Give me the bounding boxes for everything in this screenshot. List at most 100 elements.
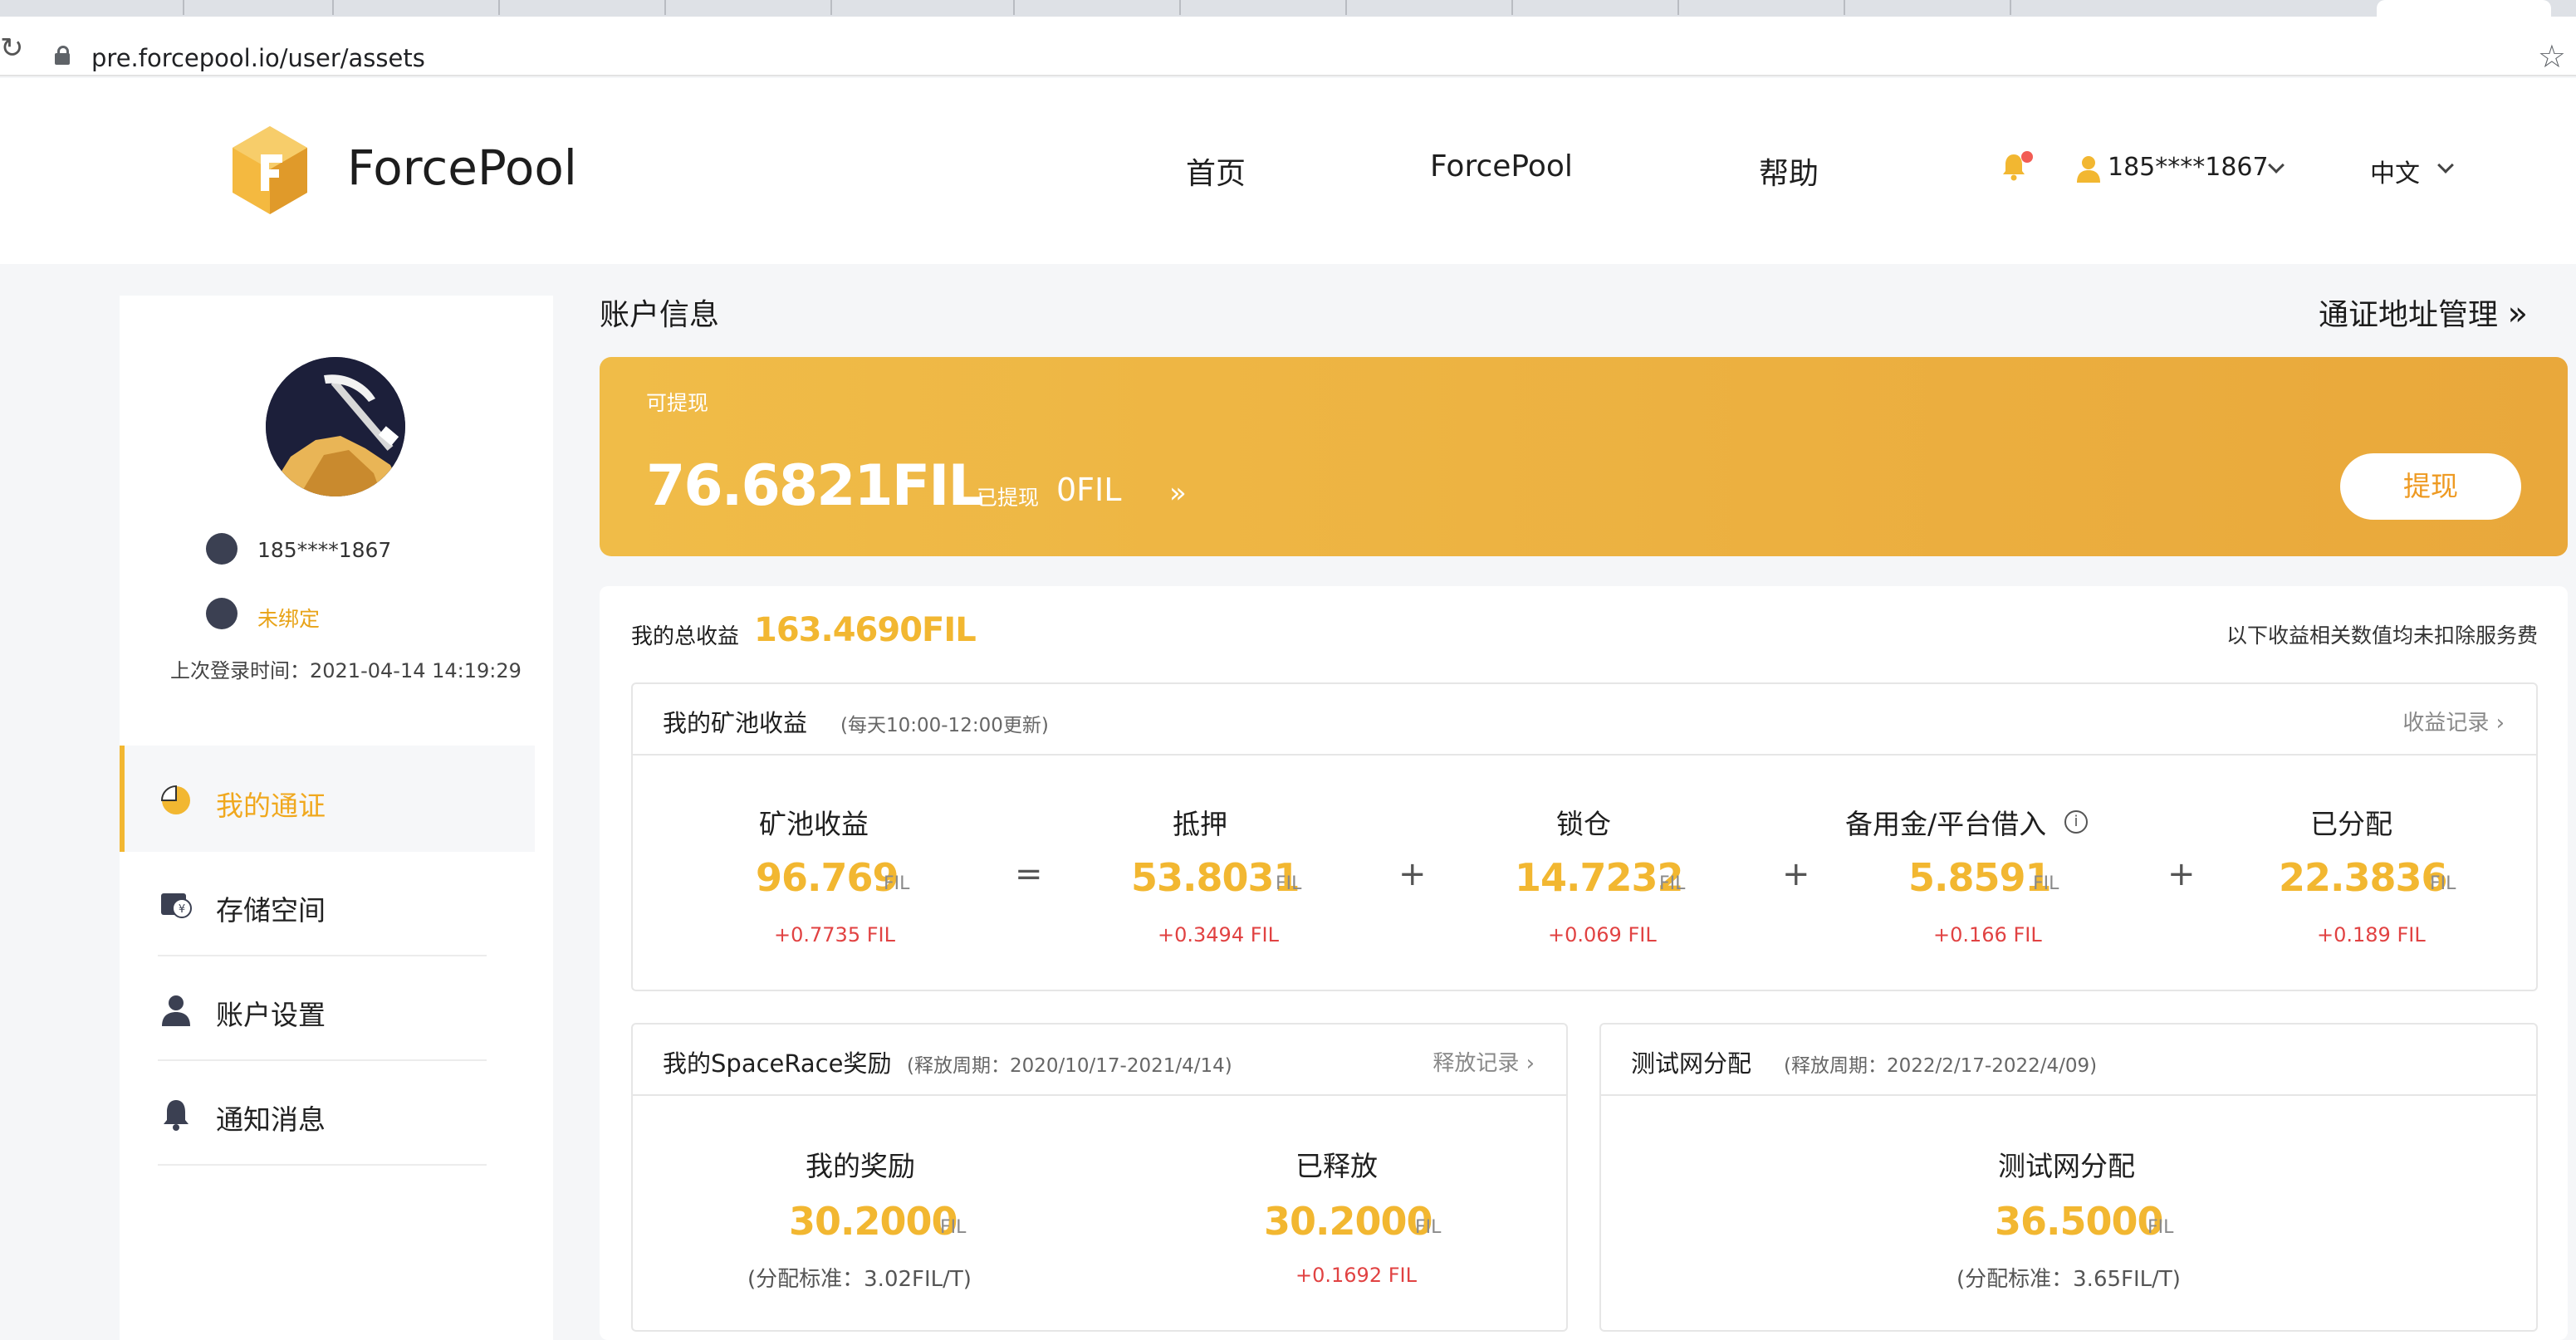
nav-home[interactable]: 首页 [1186, 149, 1246, 193]
release-record-label: 释放记录 [1432, 1051, 1520, 1076]
reward-note: (分配标准：3.02FIL/T) [747, 1267, 972, 1292]
address-manage-link[interactable]: 通证地址管理 » [2319, 291, 2528, 334]
forcepool-logo-icon[interactable] [231, 125, 309, 216]
tab-divider [332, 0, 334, 15]
spacerace-header: 我的SpaceRace奖励 (释放周期：2020/10/17-2021/4/14… [633, 1025, 1566, 1096]
earnings-record-label: 收益记录 [2402, 711, 2490, 736]
sidebar-item-tokens[interactable]: 我的通证 [158, 747, 487, 852]
user-account-menu[interactable]: 185****1867 [2108, 153, 2269, 182]
testnet-subtitle: (释放周期：2022/2/17-2022/4/09) [1784, 1055, 2098, 1077]
sidebar-item-label: 存储空间 [216, 894, 326, 927]
browser-active-tab[interactable] [2377, 0, 2551, 17]
sidebar-item-label: 通知消息 [216, 1103, 326, 1136]
pool-col-value: 5.8591 [1908, 855, 2052, 900]
pool-col-delta: +0.189 FIL [2317, 923, 2426, 946]
pool-col-value: 53.8031 [1131, 855, 1300, 900]
plus-operator: + [1398, 855, 1427, 893]
testnet-header: 测试网分配 (释放周期：2022/2/17-2022/4/09) [1601, 1025, 2536, 1096]
tab-divider [1013, 0, 1015, 15]
released-label: 已释放 [1295, 1150, 1378, 1182]
url-field[interactable]: pre.forcepool.io/user/assets [91, 44, 425, 72]
reward-label: 我的奖励 [806, 1150, 915, 1182]
page-title: 账户信息 [600, 298, 720, 332]
tab-divider [1844, 0, 1845, 15]
sidebar-item-notifications[interactable]: 通知消息 [158, 1061, 487, 1166]
notification-dot [2021, 151, 2033, 163]
sidebar-item-storage[interactable]: ¥ 存储空间 [158, 852, 487, 956]
bell-icon [164, 1100, 189, 1131]
released-value: 30.2000 [1264, 1199, 1433, 1244]
tab-divider [183, 0, 184, 15]
tab-divider [664, 0, 666, 15]
pool-col-label: 抵押 [1173, 808, 1227, 840]
info-icon[interactable]: i [2064, 810, 2088, 834]
nav-help[interactable]: 帮助 [1759, 149, 1819, 193]
delta-value: +0.3494 [1158, 923, 1245, 946]
pool-earnings-subtitle: (每天10:00-12:00更新) [840, 715, 1049, 736]
tab-divider [1345, 0, 1347, 15]
avatar[interactable] [266, 357, 405, 496]
tab-divider [2010, 0, 2011, 15]
testnet-label: 测试网分配 [1998, 1150, 2135, 1182]
storage-icon: ¥ [161, 893, 192, 918]
last-login-time: 2021-04-14 14:19:29 [310, 659, 522, 682]
withdrawn-amount[interactable]: 0FIL [1056, 472, 1121, 508]
chevron-right-icon: › [1526, 1051, 1535, 1076]
plus-operator: + [1782, 855, 1810, 893]
language-selector[interactable]: 中文 [2370, 153, 2420, 189]
delta-unit: FIL [1628, 923, 1657, 946]
released-unit: FIL [1415, 1217, 1442, 1238]
delta-unit: FIL [2397, 923, 2426, 946]
pool-earnings-header: 我的矿池收益 (每天10:00-12:00更新) 收益记录 › [633, 684, 2536, 756]
tab-divider [498, 0, 500, 15]
tab-divider [830, 0, 832, 15]
delta-value: +0.166 [1933, 923, 2007, 946]
service-fee-note: 以下收益相关数值均未扣除服务费 [2226, 624, 2538, 648]
earnings-record-link[interactable]: 收益记录 › [2402, 706, 2505, 736]
pool-earnings-title: 我的矿池收益 [663, 709, 808, 737]
sidebar-item-label: 账户设置 [216, 999, 326, 1031]
reward-unit: FIL [940, 1217, 967, 1238]
lock-icon[interactable] [55, 46, 70, 65]
tab-divider [1511, 0, 1513, 15]
reload-icon[interactable]: ↻ [0, 32, 24, 65]
pool-col-value: 14.7232 [1515, 855, 1684, 900]
sidebar-phone: 185****1867 [257, 538, 392, 562]
pool-col-unit: FIL [1659, 873, 1686, 894]
brand-name[interactable]: ForcePool [347, 139, 577, 196]
phone-icon [206, 533, 238, 565]
withdrawn-label: 已提现 [977, 486, 1040, 510]
last-login-label: 上次登录时间： [170, 659, 310, 682]
address-manage-label: 通证地址管理 [2319, 298, 2499, 332]
pool-col-unit: FIL [2033, 873, 2059, 894]
delta-unit: FIL [866, 923, 895, 946]
person-icon [162, 995, 190, 1026]
released-delta: +0.1692 FIL [1295, 1264, 1417, 1287]
delta-unit: FIL [1388, 1264, 1417, 1287]
pool-col-delta: +0.069 FIL [1548, 923, 1657, 946]
spacerace-subtitle: (释放周期：2020/10/17-2021/4/14) [907, 1055, 1232, 1077]
user-icon[interactable] [2076, 154, 2101, 183]
pool-col-label: 备用金/平台借入 [1845, 808, 2047, 840]
mail-icon [206, 598, 238, 629]
pool-col-label: 已分配 [2310, 808, 2392, 840]
plus-operator: + [2167, 855, 2196, 893]
withdraw-banner: 可提现 76.6821FIL 已提现 0FIL » 提现 [600, 357, 2568, 556]
double-chevron-right-icon[interactable]: » [1169, 477, 1187, 510]
chevron-right-icon: › [2495, 711, 2505, 736]
withdraw-button[interactable]: 提现 [2340, 453, 2521, 520]
pool-col-label: 矿池收益 [759, 808, 869, 840]
release-record-link[interactable]: 释放记录 › [1432, 1046, 1535, 1077]
delta-value: +0.1692 [1295, 1264, 1383, 1287]
bookmark-star-icon[interactable]: ☆ [2538, 38, 2566, 75]
delta-value: +0.7735 [774, 923, 861, 946]
last-login: 上次登录时间：2021-04-14 14:19:29 [170, 654, 522, 683]
pool-col-label: 锁仓 [1556, 808, 1611, 840]
nav-forcepool[interactable]: ForcePool [1430, 149, 1573, 183]
delta-value: +0.189 [2317, 923, 2391, 946]
pie-icon [160, 785, 190, 814]
pool-col-delta: +0.3494 FIL [1158, 923, 1279, 946]
pool-col-unit: FIL [1276, 873, 1302, 894]
sidebar-item-account[interactable]: 账户设置 [158, 956, 487, 1061]
email-status[interactable]: 未绑定 [257, 603, 320, 633]
